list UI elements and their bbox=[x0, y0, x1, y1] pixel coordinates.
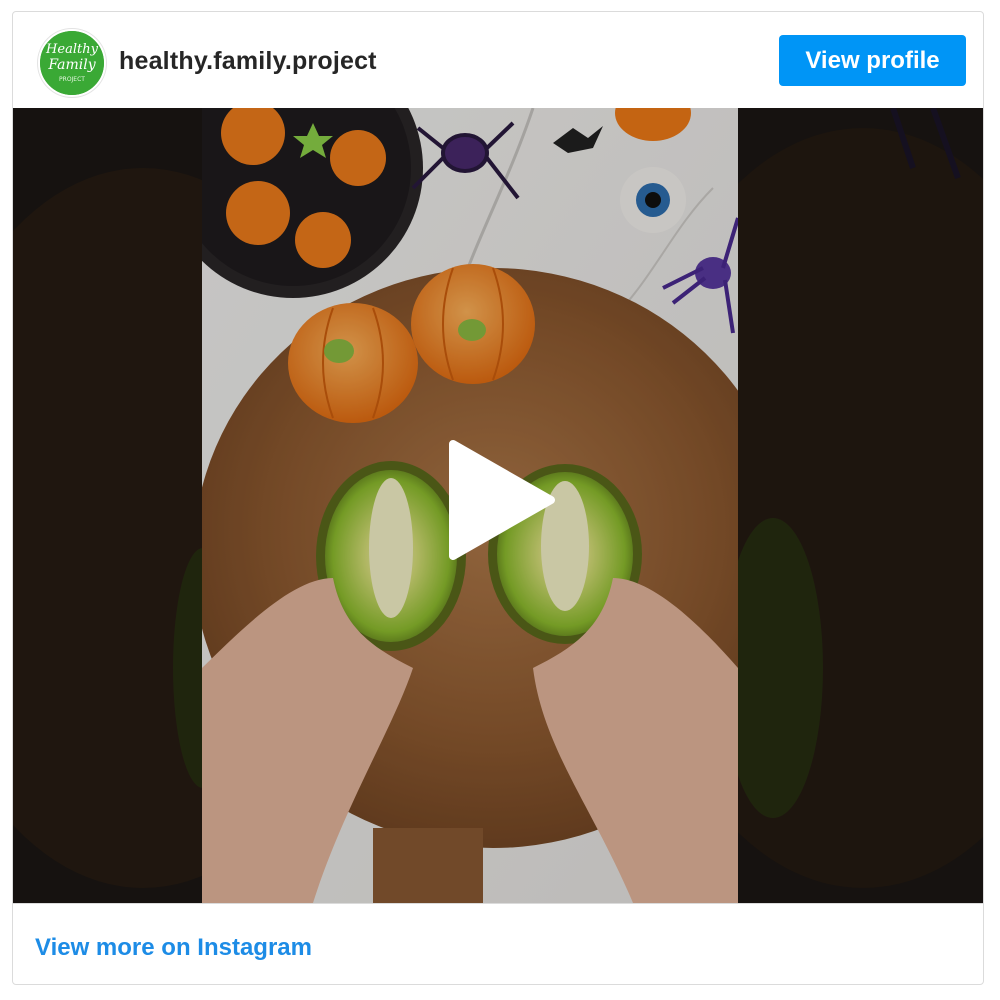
view-profile-button[interactable]: View profile bbox=[779, 35, 966, 86]
avatar-text-1: Healthy bbox=[45, 42, 99, 57]
view-more-link[interactable]: View more on Instagram bbox=[35, 934, 312, 962]
avatar-text-3: PROJECT bbox=[59, 76, 85, 83]
play-icon bbox=[449, 440, 555, 560]
avatar[interactable]: Healthy Family PROJECT bbox=[38, 29, 106, 97]
play-button[interactable] bbox=[445, 438, 557, 562]
video-thumbnail[interactable] bbox=[13, 108, 983, 903]
avatar-logo-icon: Healthy Family PROJECT bbox=[40, 31, 104, 95]
embed-header: Healthy Family PROJECT healthy.family.pr… bbox=[13, 12, 983, 108]
instagram-embed: Healthy Family PROJECT healthy.family.pr… bbox=[12, 11, 984, 985]
username-link[interactable]: healthy.family.project bbox=[119, 47, 377, 76]
avatar-text-2: Family bbox=[47, 57, 96, 73]
embed-footer: View more on Instagram bbox=[13, 903, 983, 984]
